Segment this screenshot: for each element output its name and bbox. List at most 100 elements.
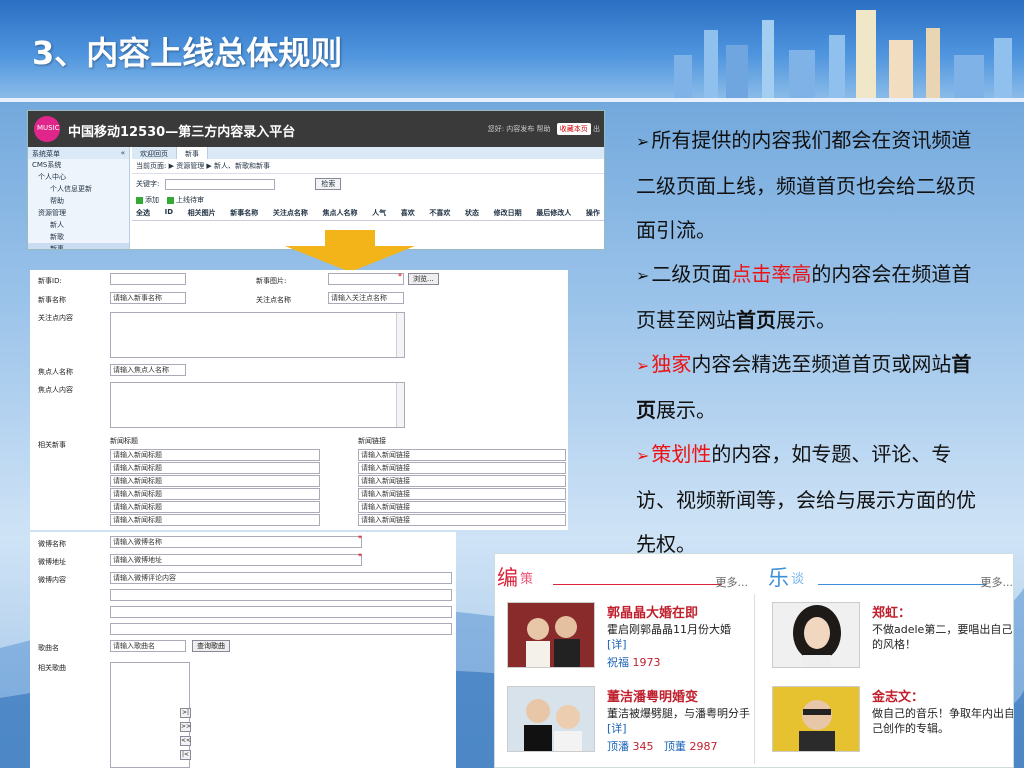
tree-item-new-songs[interactable]: 新歌 [28,231,129,243]
bullet-arrow-icon: ➢ [636,266,650,285]
person-content-textarea[interactable] [110,382,405,428]
news-link-header: 新闻链接 [358,437,386,445]
weibo-content-input[interactable] [110,589,452,601]
meta-label: 顶董 [664,740,686,753]
col-status: 状态 [465,209,480,217]
talk-item[interactable]: 金志文： 做自己的音乐！争取年内出自己创作的专辑。 [772,686,1013,756]
search-button[interactable]: 检索 [315,178,342,190]
tree-item-new-events[interactable]: 新事 [28,243,129,249]
news-title-input[interactable]: 请输入新闻标题 [110,462,320,474]
talk-head-big: 乐 [768,566,789,590]
news-thumbnail[interactable] [507,602,595,668]
news-thumbnail[interactable] [507,686,595,752]
user-greeting[interactable]: 您好: 内容发布 帮助 [488,125,551,133]
editor-column: 编 策 更多... 郭晶晶大婚在即 霍启刚郭晶晶11月份大婚 [详] 祝福 19… [495,554,750,767]
col-image: 相关图片 [187,209,216,217]
tree-item-profile[interactable]: 个人信息更新 [28,183,129,195]
header-rule [553,584,722,585]
talk-item[interactable]: 郑虹： 不做adele第二，要唱出自己的风格！ [772,602,1012,672]
related-song-list[interactable] [110,662,190,768]
news-name-input[interactable]: 请输入新事名称 [110,292,186,304]
news-link-input[interactable]: 请输入新闻链接 [358,514,566,526]
news-meta[interactable]: 祝福 1973 [607,654,661,670]
keyword-input[interactable] [165,178,276,190]
news-title-input[interactable]: 请输入新闻标题 [110,475,320,487]
weibo-address-input[interactable]: 请输入微博地址 [110,554,362,566]
pager-prev-button[interactable]: << [180,736,191,746]
action-row: 添加 上线待审 [132,194,604,206]
weibo-content-input[interactable]: 请输入微博评论内容 [110,572,452,584]
talk-description: 不做adele第二，要唱出自己的风格！ [872,623,1013,651]
textarea-scrollbar[interactable] [396,383,404,427]
news-link-input[interactable]: 请输入新闻链接 [358,449,566,461]
news-id-input[interactable] [110,273,186,285]
pager-first-button[interactable]: |< [180,750,191,760]
news-title-input[interactable]: 请输入新闻标题 [110,449,320,461]
tree-item-help[interactable]: 帮助 [28,195,129,207]
add-button[interactable]: 添加 [136,195,159,205]
breadcrumb: 当前页面: ▶ 资源管理 ▶ 新人、新歌和新事 [132,159,604,174]
tab-news[interactable]: 新事 [177,147,208,159]
news-title-input[interactable]: 请输入新闻标题 [110,488,320,500]
talk-headline[interactable]: 金志文： [872,686,924,705]
focus-name-label: 关注点名称 [256,296,291,304]
favorite-button[interactable]: 收藏本页 [556,123,591,135]
news-description: 董洁被爆劈腿，与潘粤明分手 [详] [607,706,757,736]
talk-headline[interactable]: 郑虹： [872,602,911,621]
bullet-text: 所有提供的内容我们都会在资讯频道二级页面上线，频道首页也会给二级页面引流。 [636,128,976,242]
tree-item-personal[interactable]: 个人中心 [28,171,129,183]
textarea-scrollbar[interactable] [396,313,404,357]
tree-item-cms[interactable]: CMS系统 [28,159,129,171]
talk-thumbnail[interactable] [772,686,860,752]
pager-next-button[interactable]: >> [180,722,191,732]
slide-header: 3、内容上线总体规则 [0,0,1024,100]
more-link[interactable]: 更多... [716,574,749,590]
news-link-input[interactable]: 请输入新闻链接 [358,462,566,474]
news-link-input[interactable]: 请输入新闻链接 [358,488,566,500]
news-link-input[interactable]: 请输入新闻链接 [358,501,566,513]
focus-name-input[interactable]: 请输入关注点名称 [328,292,404,304]
news-headline[interactable]: 郭晶晶大婚在即 [607,602,698,621]
required-mark: * [358,534,362,543]
detail-link[interactable]: [详] [607,722,627,735]
news-title-input[interactable]: 请输入新闻标题 [110,501,320,513]
weibo-form-screenshot: 微博名称 请输入微博名称 * 微博地址 请输入微博地址 * 微博内容 请输入微博… [30,532,456,768]
pager-last-button[interactable]: >| [180,708,191,718]
detail-link[interactable]: [详] [607,638,627,651]
col-news-name: 新事名称 [230,209,259,217]
required-mark: * [358,552,362,561]
browse-button[interactable]: 浏览... [408,273,439,285]
news-link-input[interactable]: 请输入新闻链接 [358,475,566,487]
focus-content-textarea[interactable] [110,312,405,358]
more-link[interactable]: 更多... [981,574,1014,590]
talk-head-small: 谈 [791,572,805,587]
news-item[interactable]: 郭晶晶大婚在即 霍启刚郭晶晶11月份大婚 [详] 祝福 1973 [507,602,747,672]
col-dislike: 不喜欢 [429,209,451,217]
keyword-label: 关键字: [136,180,160,188]
col-modified-date: 修改日期 [493,209,522,217]
bullet-text: 首页 [736,308,776,332]
news-description: 霍启刚郭晶晶11月份大婚 [详] [607,622,757,652]
news-headline[interactable]: 董洁潘粤明婚变 [607,686,698,705]
weibo-content-input[interactable] [110,623,452,635]
tree-item-new-people[interactable]: 新人 [28,219,129,231]
tab-welcome[interactable]: 欢迎回页 [132,147,177,159]
news-panel-screenshot: 编 策 更多... 郭晶晶大婚在即 霍启刚郭晶晶11月份大婚 [详] 祝福 19… [494,553,1014,768]
news-item[interactable]: 董洁潘粤明婚变 董洁被爆劈腿，与潘粤明分手 [详] 顶潘 345 顶董 2987 [507,686,750,756]
tree-item-resources[interactable]: 资源管理 [28,207,129,219]
song-name-input[interactable]: 请输入歌曲名 [110,640,186,652]
news-title-input[interactable]: 请输入新闻标题 [110,514,320,526]
submit-review-button[interactable]: 上线待审 [167,195,204,205]
weibo-name-input[interactable]: 请输入微博名称 [110,536,362,548]
weibo-content-input[interactable] [110,606,452,618]
weibo-name-label: 微博名称 [38,540,66,548]
collapse-icon[interactable]: « [121,149,125,157]
news-image-input[interactable] [328,273,404,285]
news-meta[interactable]: 顶潘 345 顶董 2987 [607,738,718,754]
talk-thumbnail[interactable] [772,602,860,668]
city-skyline-illustration [674,10,1012,100]
exit-link[interactable]: 出 [593,125,600,133]
person-name-input[interactable]: 请输入焦点人名称 [110,364,186,376]
query-song-button[interactable]: 查询歌曲 [192,640,230,652]
col-select-all[interactable]: 全选 [136,208,150,218]
